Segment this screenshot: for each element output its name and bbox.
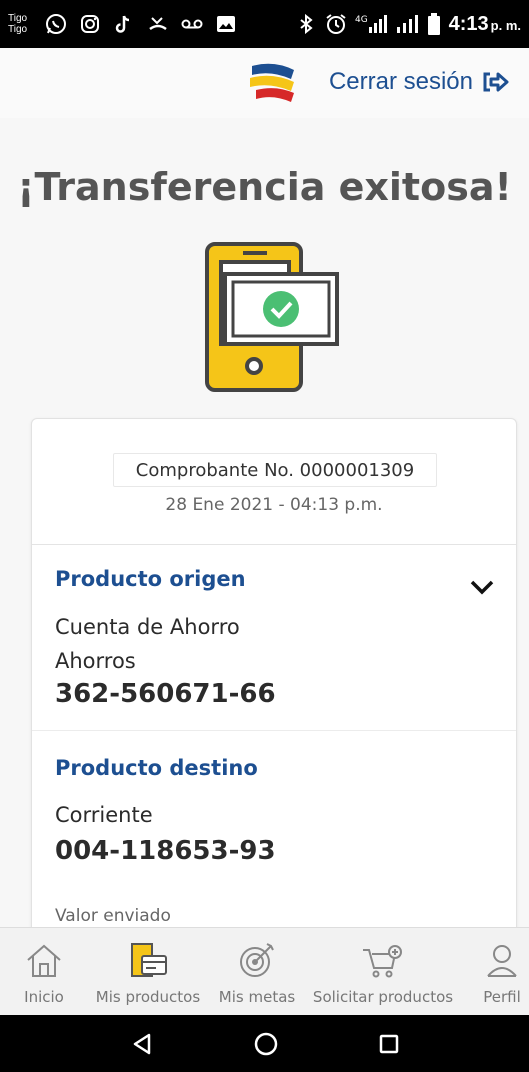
status-bar: Tigo Tigo 4G 4:13 p. m. (0, 0, 529, 48)
page-title: ¡Transferencia exitosa! (17, 165, 512, 209)
carrier-line-2: Tigo (8, 24, 28, 35)
missed-call-icon (147, 13, 169, 35)
nav-item-solicitar-productos[interactable]: Solicitar productos (308, 928, 458, 1016)
origin-account-number: 362-560671-66 (55, 679, 276, 709)
instagram-icon (79, 13, 101, 35)
logout-button[interactable]: Cerrar sesión (329, 68, 509, 96)
whatsapp-icon (45, 13, 67, 35)
logout-icon (483, 72, 509, 92)
signal-icon (395, 13, 419, 35)
tiktok-icon (113, 13, 135, 35)
chevron-down-icon[interactable] (468, 577, 496, 597)
logout-label: Cerrar sesión (328, 68, 473, 95)
nav-item-perfil[interactable]: Perfil (476, 928, 528, 1016)
receipt-card: Comprobante No. 0000001309 28 Ene 2021 -… (31, 418, 517, 958)
gallery-icon (215, 13, 237, 35)
destination-account-type: Corriente (55, 803, 153, 827)
clock: 4:13 p. m. (449, 13, 521, 36)
svg-text:4G: 4G (355, 15, 368, 25)
carrier-label: Tigo Tigo (8, 13, 27, 35)
transfer-success-illustration (203, 240, 343, 399)
amount-label: Valor enviado (55, 906, 171, 926)
home-circle-icon[interactable] (253, 1031, 279, 1057)
origin-account-type: Cuenta de Ahorro (55, 615, 240, 639)
user-icon (484, 942, 520, 980)
battery-icon (427, 13, 441, 35)
products-icon (128, 942, 168, 980)
clock-time: 4:13 (448, 12, 489, 35)
destination-account-number: 004-118653-93 (55, 836, 276, 866)
nav-label-inicio: Inicio (24, 988, 64, 1006)
nav-item-inicio[interactable]: Inicio (14, 928, 74, 1016)
back-icon[interactable] (130, 1032, 154, 1056)
app-header: Cerrar sesión (0, 48, 529, 118)
alarm-icon (325, 13, 347, 35)
carrier-line-1: Tigo (8, 13, 28, 24)
clock-suffix: p. m. (490, 17, 521, 33)
origin-title: Producto origen (55, 567, 246, 591)
receipt-date: 28 Ene 2021 - 04:13 p.m. (165, 495, 383, 515)
recents-icon[interactable] (378, 1033, 400, 1055)
system-navigation-bar (0, 1015, 529, 1072)
bank-logo (246, 62, 300, 110)
bottom-navigation: Inicio Mis productos Mis metas Solicitar… (0, 927, 529, 1015)
nav-item-mis-productos[interactable]: Mis productos (92, 928, 204, 1016)
status-bar-left: Tigo Tigo (8, 13, 237, 35)
receipt-header: Comprobante No. 0000001309 28 Ene 2021 -… (32, 419, 516, 545)
origin-product-section[interactable]: Producto origen Cuenta de Ahorro Ahorros… (32, 545, 516, 731)
nav-label-solicitar-productos: Solicitar productos (312, 988, 454, 1006)
destination-product-section: Producto destino Corriente 004-118653-93… (32, 731, 516, 957)
status-bar-right: 4G 4:13 p. m. (295, 13, 521, 36)
nav-label-perfil: Perfil (483, 988, 521, 1006)
nav-label-mis-productos: Mis productos (95, 988, 201, 1006)
voicemail-icon (181, 13, 203, 35)
target-icon (237, 942, 277, 980)
cart-add-icon (361, 942, 405, 980)
home-icon (24, 942, 64, 980)
destination-title: Producto destino (55, 756, 258, 780)
bluetooth-icon (295, 13, 317, 35)
nav-item-mis-metas[interactable]: Mis metas (214, 928, 300, 1016)
nav-label-mis-metas: Mis metas (218, 988, 296, 1006)
signal-4g-icon: 4G (355, 13, 387, 35)
origin-account-subtype: Ahorros (55, 649, 136, 673)
receipt-number: Comprobante No. 0000001309 (113, 453, 437, 487)
